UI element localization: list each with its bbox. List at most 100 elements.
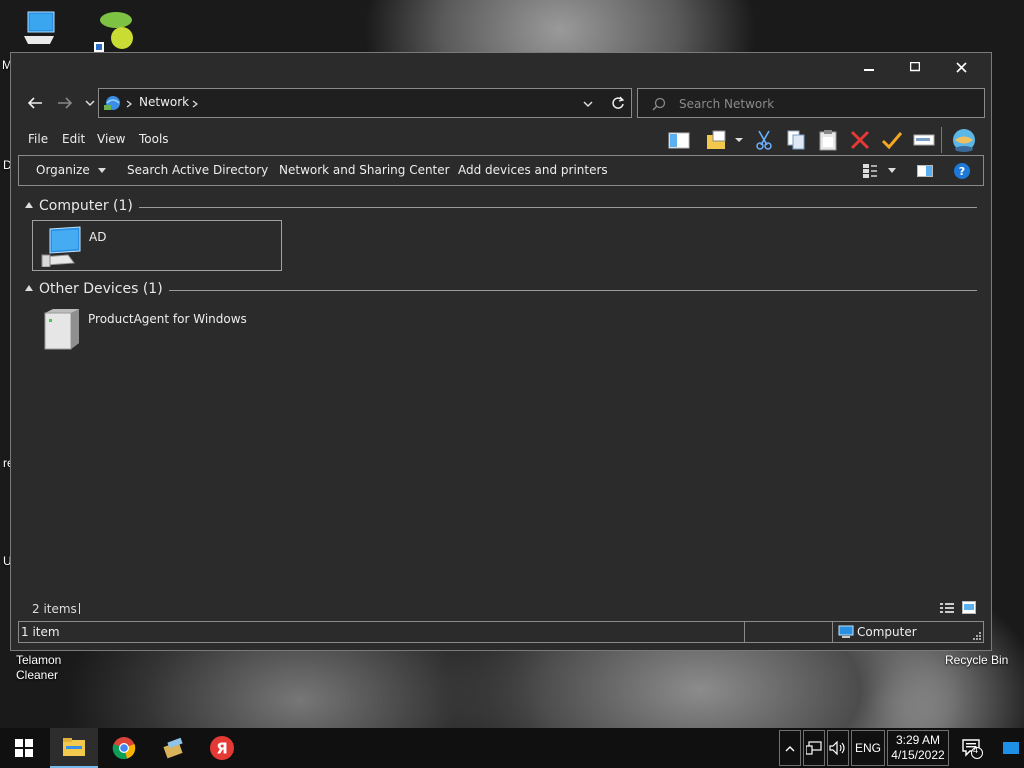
svg-text:?: ? [959, 165, 965, 178]
maximize-icon [910, 62, 920, 72]
taskbar-yandex[interactable]: Я [198, 728, 246, 768]
collapse-triangle-icon[interactable] [25, 202, 33, 208]
chrome-icon [112, 737, 136, 760]
address-bar[interactable]: Network [98, 88, 632, 118]
minimize-button[interactable] [846, 53, 892, 81]
breadcrumb-chevron-icon[interactable] [192, 100, 198, 108]
refresh-icon[interactable] [611, 96, 625, 110]
recycle-bin-label[interactable]: Recycle Bin [945, 653, 1008, 668]
large-icons-view-icon[interactable] [962, 601, 976, 614]
group-title: Computer (1) [39, 198, 139, 214]
minimize-icon [864, 69, 874, 71]
chevron-down-icon [85, 100, 95, 107]
group-header-other-devices[interactable]: Other Devices (1) [25, 281, 977, 299]
preview-pane-icon[interactable] [917, 163, 933, 179]
menu-tools[interactable]: Tools [139, 132, 169, 146]
file-explorer-icon [63, 738, 85, 756]
search-icon [652, 97, 666, 111]
items-count: 2 items [32, 602, 77, 616]
action-center-button[interactable]: 4 [955, 728, 989, 768]
show-desktop-button[interactable] [998, 728, 1024, 768]
delete-icon[interactable] [849, 129, 871, 151]
recent-locations-button[interactable] [83, 93, 97, 113]
breadcrumb-network[interactable]: Network [139, 95, 189, 109]
item-label: AD [89, 230, 107, 244]
forward-button[interactable] [55, 93, 75, 113]
taskbar-file-explorer[interactable] [50, 728, 98, 768]
volume-tray-button[interactable] [827, 730, 849, 766]
add-devices-printers-button[interactable]: Add devices and printers [458, 163, 608, 177]
close-button[interactable] [938, 53, 984, 81]
breadcrumb-separator-icon [126, 100, 132, 108]
list-item-productagent[interactable]: ProductAgent for Windows [32, 303, 282, 354]
lemon-app-icon[interactable] [94, 8, 138, 54]
status-divider [832, 622, 833, 642]
cut-icon[interactable] [753, 129, 775, 151]
group-divider [39, 207, 977, 208]
globe-icon[interactable] [951, 127, 977, 153]
collapse-triangle-icon[interactable] [25, 285, 33, 291]
rename-icon[interactable] [913, 129, 935, 151]
search-box[interactable]: Search Network [637, 88, 985, 118]
computer-zone-icon [838, 625, 854, 638]
input-language-indicator[interactable]: ENG [851, 730, 885, 766]
telamon-cleaner-label[interactable]: Telamon Cleaner [16, 653, 76, 683]
network-wired-icon [806, 741, 822, 755]
desktop-preview-icon [1003, 742, 1019, 754]
show-hidden-icons-button[interactable] [779, 730, 801, 766]
folder-properties-icon[interactable] [705, 129, 727, 151]
this-pc-icon[interactable] [14, 8, 66, 54]
view-options-caret-icon[interactable] [888, 168, 896, 174]
menu-edit[interactable]: Edit [62, 132, 85, 146]
navigation-row: Network Search Network [11, 87, 991, 119]
yandex-icon: Я [210, 736, 234, 760]
toolbar-divider [941, 127, 942, 153]
folder-properties-dropdown-icon[interactable] [733, 129, 745, 151]
explorer-window: Network Search Network File Edit View To… [10, 52, 992, 651]
svg-text:Я: Я [216, 740, 228, 758]
group-header-computer[interactable]: Computer (1) [25, 198, 977, 216]
menu-view[interactable]: View [97, 132, 125, 146]
status-bar: 1 item Computer [18, 621, 984, 643]
chevron-up-icon [785, 745, 795, 751]
checkmark-icon[interactable] [881, 129, 903, 151]
clock[interactable]: 3:29 AM 4/15/2022 [887, 730, 949, 766]
windows-icon [15, 739, 33, 757]
back-button[interactable] [25, 93, 45, 113]
group-title: Other Devices (1) [39, 281, 169, 297]
notification-count: 4 [973, 745, 979, 755]
layout-icon[interactable] [668, 129, 690, 151]
taskbar-chrome[interactable] [100, 728, 148, 768]
items-count-divider [79, 603, 80, 614]
change-view-icon[interactable] [862, 163, 878, 179]
taskbar: Я ENG 3:29 AM 4/15/2022 4 [0, 728, 1024, 768]
taskbar-app[interactable] [150, 728, 198, 768]
computer-icon [41, 226, 81, 267]
network-icon [104, 96, 120, 110]
network-sharing-center-button[interactable]: Network and Sharing Center [279, 163, 450, 177]
search-active-directory-button[interactable]: Search Active Directory [127, 163, 268, 177]
caret-down-icon [97, 167, 106, 173]
list-item-ad[interactable]: AD [32, 220, 282, 271]
resize-grip-icon[interactable] [973, 632, 982, 641]
title-bar[interactable] [11, 53, 991, 81]
maximize-button[interactable] [892, 53, 938, 81]
menu-file[interactable]: File [28, 132, 48, 146]
network-tray-button[interactable] [803, 730, 825, 766]
zone-status: Computer [857, 625, 917, 639]
volume-icon [829, 741, 845, 755]
app-icon [163, 737, 183, 759]
organize-button[interactable]: Organize [36, 163, 106, 177]
group-divider [39, 290, 977, 291]
selection-status: 1 item [21, 625, 60, 639]
address-history-chevron-icon[interactable] [583, 100, 593, 108]
arrow-left-icon [27, 97, 42, 109]
paste-icon[interactable] [817, 129, 839, 151]
copy-icon[interactable] [785, 129, 807, 151]
start-button[interactable] [0, 728, 48, 768]
details-view-icon[interactable] [940, 602, 954, 614]
search-placeholder: Search Network [679, 97, 775, 111]
help-icon[interactable]: ? [953, 162, 971, 180]
clock-date: 4/15/2022 [891, 748, 945, 762]
menu-row: File Edit View Tools [11, 127, 991, 153]
